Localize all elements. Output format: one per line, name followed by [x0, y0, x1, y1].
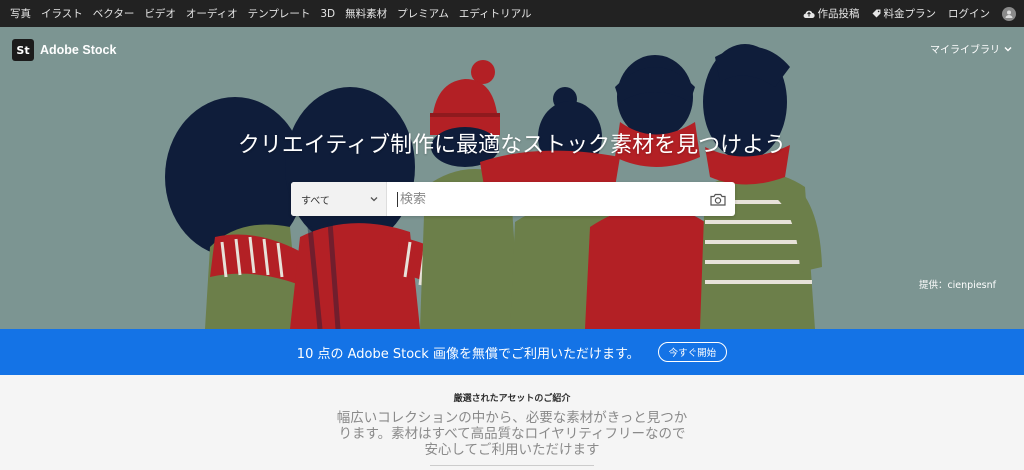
category-selected: すべて: [301, 195, 330, 207]
promo-text: 10 点の Adobe Stock 画像を無償でご利用いただけます。: [296, 346, 640, 362]
adobe-stock-logo[interactable]: St Adobe Stock: [12, 39, 116, 61]
section-kicker: 厳選されたアセットのご紹介: [453, 394, 571, 404]
nav-item[interactable]: 3D: [320, 8, 335, 20]
nav-item[interactable]: エディトリアル: [459, 6, 532, 21]
promo-banner: 10 点の Adobe Stock 画像を無償でご利用いただけます。 今すぐ開始: [0, 329, 1024, 375]
nav-item[interactable]: 無料素材: [345, 6, 387, 21]
account-nav: 作品投稿 料金プラン ログイン: [791, 6, 1016, 21]
nav-item[interactable]: イラスト: [41, 6, 83, 21]
image-credit: 提供：cienpiesnf: [918, 280, 996, 291]
user-icon: [1005, 10, 1013, 18]
start-now-button[interactable]: 今すぐ開始: [657, 342, 728, 362]
visual-search-button[interactable]: [701, 193, 735, 206]
nav-item[interactable]: 写真: [10, 6, 31, 21]
hero-headline: クリエイティブ制作に最適なストック素材を見つけよう: [237, 133, 787, 158]
nav-item[interactable]: テンプレート: [248, 6, 311, 21]
logo-mark: St: [12, 39, 34, 61]
my-library-menu[interactable]: マイライブラリ: [930, 41, 1012, 56]
hero-illustration: [165, 44, 822, 329]
cloud-upload-icon: [803, 10, 815, 18]
login-link[interactable]: ログイン: [948, 6, 990, 21]
nav-item[interactable]: プレミアム: [397, 6, 449, 21]
camera-icon: [710, 193, 726, 206]
nav-item[interactable]: ビデオ: [144, 6, 176, 21]
avatar[interactable]: [1002, 6, 1016, 21]
chevron-down-icon: [1004, 46, 1012, 51]
upload-link[interactable]: 作品投稿: [803, 6, 860, 21]
hero-banner: St Adobe Stock マイライブラリ クリエイティブ制作に最適なストック…: [0, 27, 1024, 329]
category-nav: 写真 イラスト ベクター ビデオ オーディオ テンプレート 3D 無料素材 プレミアム エディトリ…: [10, 6, 542, 21]
top-navigation: 写真 イラスト ベクター ビデオ オーディオ テンプレート 3D 無料素材 プレミアム エディトリ…: [0, 0, 1024, 27]
featured-assets-section: 厳選されたアセットのご紹介 幅広いコレクションの中から、必要な素材がきっと見つか…: [0, 375, 1024, 470]
search-bar: すべて: [291, 182, 735, 216]
nav-item[interactable]: オーディオ: [186, 6, 238, 21]
search-input[interactable]: [397, 191, 701, 207]
my-library-label: マイライブラリ: [930, 45, 1000, 56]
category-dropdown[interactable]: すべて: [291, 182, 387, 216]
pricing-link[interactable]: 料金プラン: [872, 6, 937, 21]
tag-icon: [872, 9, 880, 18]
nav-item[interactable]: ベクター: [93, 6, 135, 21]
search-field-wrapper: [387, 182, 701, 216]
section-description: 幅広いコレクションの中から、必要な素材がきっと見つかります。素材はすべて高品質な…: [336, 410, 688, 458]
logo-name: Adobe Stock: [40, 43, 117, 57]
divider: [430, 465, 594, 466]
chevron-down-icon: [370, 197, 378, 202]
upload-label: 作品投稿: [817, 8, 860, 20]
pricing-label: 料金プラン: [883, 8, 937, 20]
